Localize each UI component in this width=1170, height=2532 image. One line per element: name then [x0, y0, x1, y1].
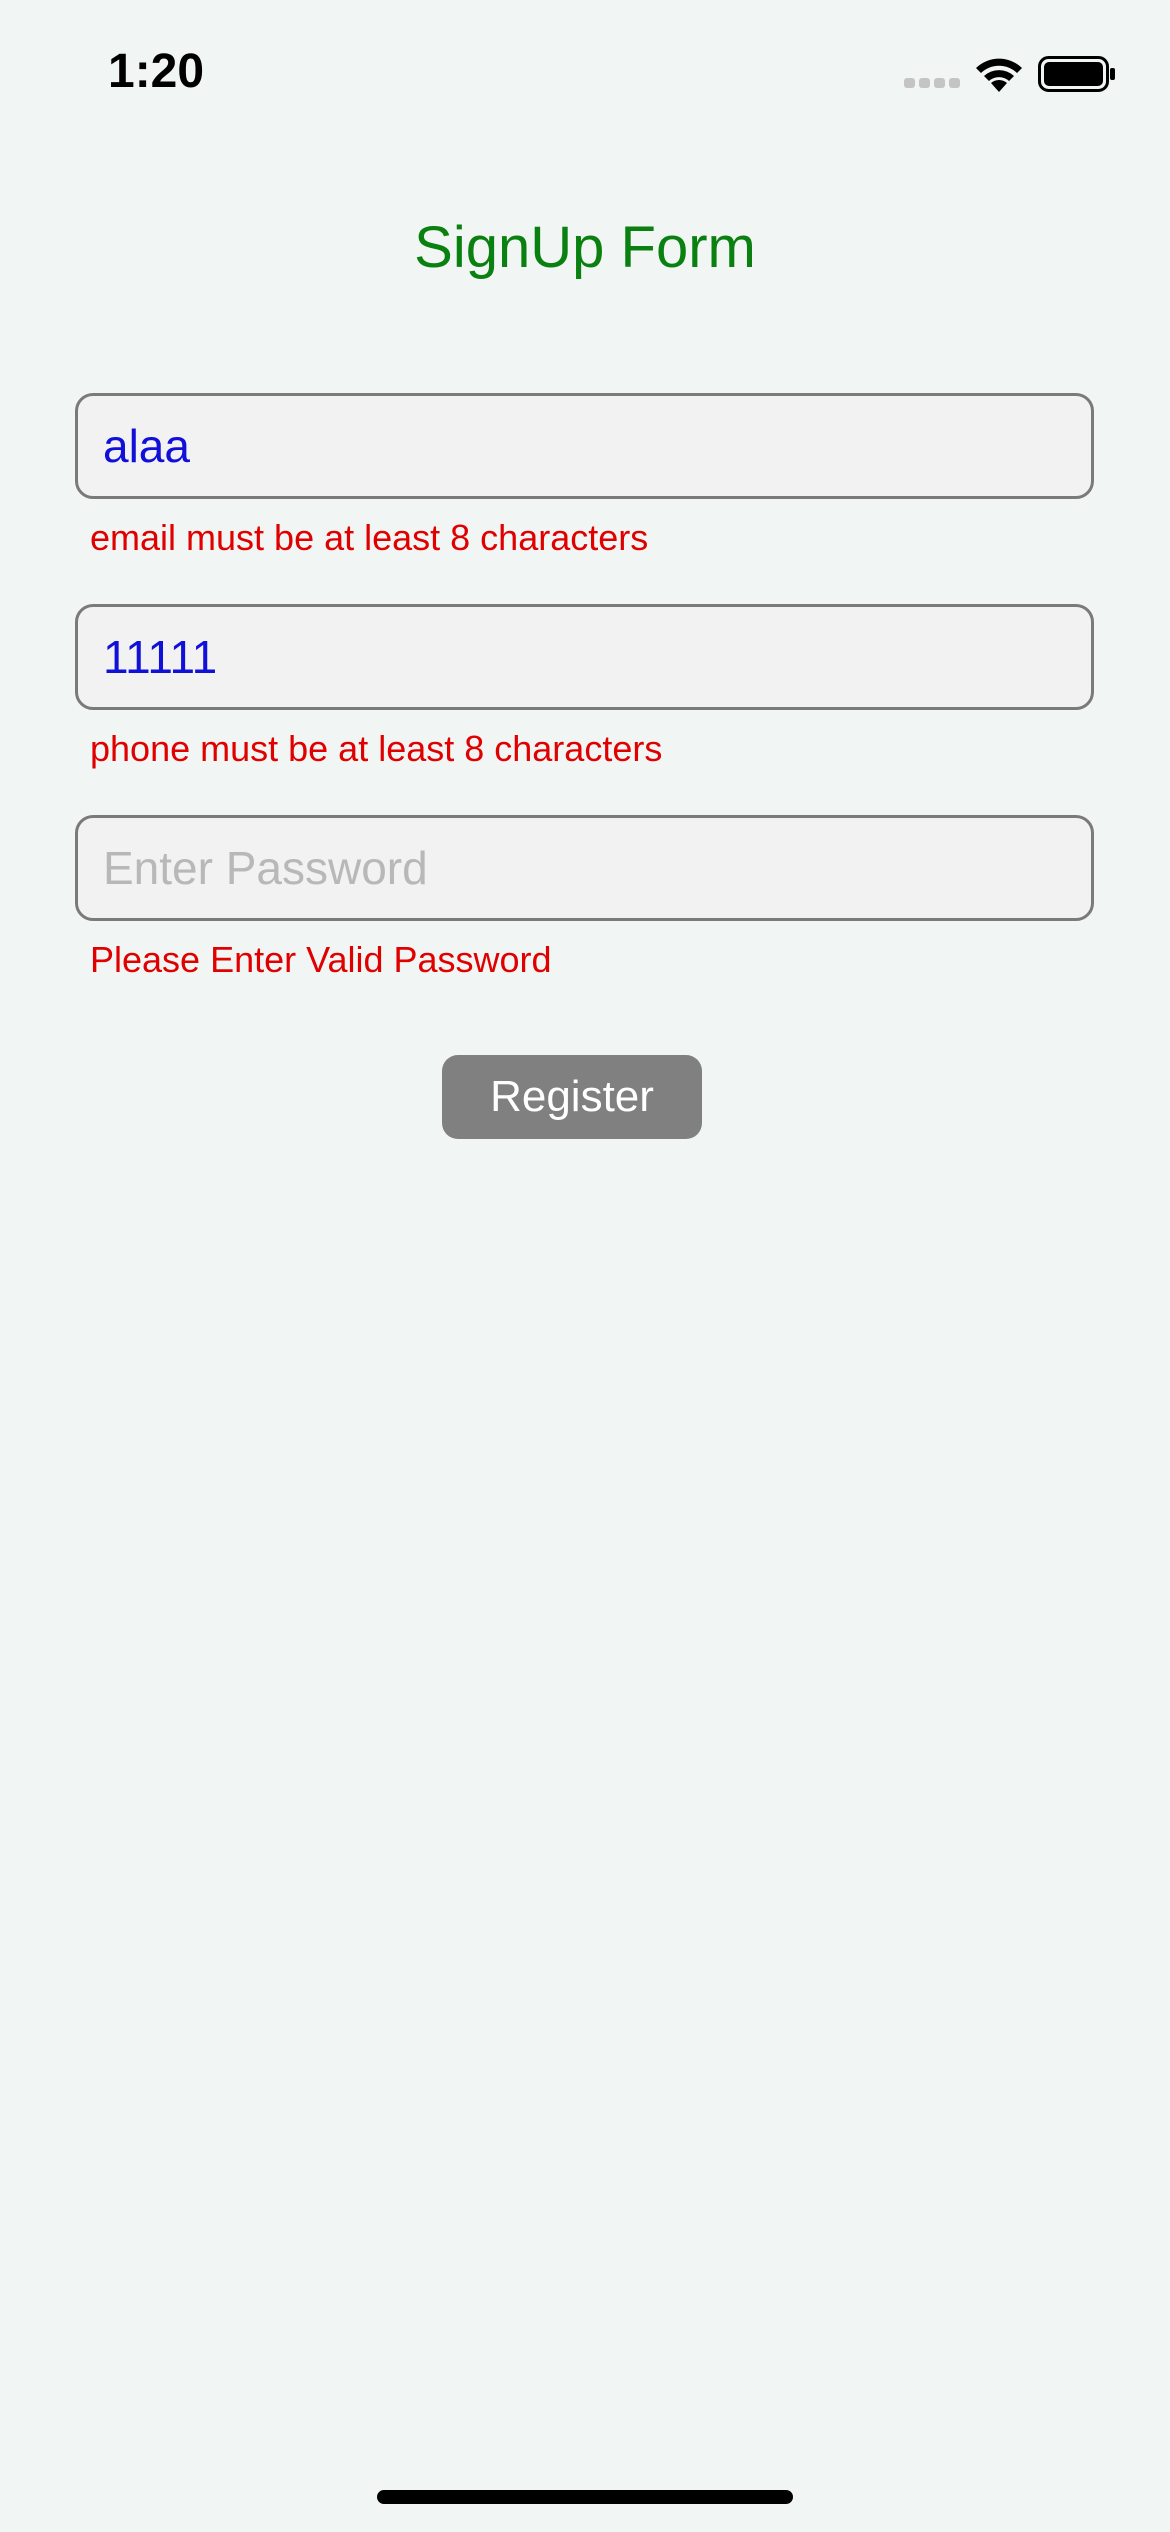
password-error: Please Enter Valid Password — [90, 939, 552, 980]
email-error: email must be at least 8 characters — [90, 517, 649, 558]
phone-error: phone must be at least 8 characters — [90, 728, 663, 769]
password-field[interactable] — [75, 815, 1094, 921]
email-field[interactable] — [75, 393, 1094, 499]
wifi-icon — [976, 58, 1022, 92]
signal-dots-icon — [904, 78, 960, 88]
home-indicator — [377, 2490, 793, 2504]
status-bar: 1:20 — [0, 0, 1170, 140]
phone-field[interactable] — [75, 604, 1094, 710]
register-button[interactable]: Register — [442, 1055, 702, 1139]
battery-icon — [1038, 56, 1115, 92]
phone-input[interactable] — [78, 607, 1091, 707]
status-time: 1:20 — [108, 45, 205, 98]
password-input[interactable] — [78, 818, 1091, 918]
email-input[interactable] — [78, 396, 1091, 496]
form-title: SignUp Form — [414, 215, 756, 280]
